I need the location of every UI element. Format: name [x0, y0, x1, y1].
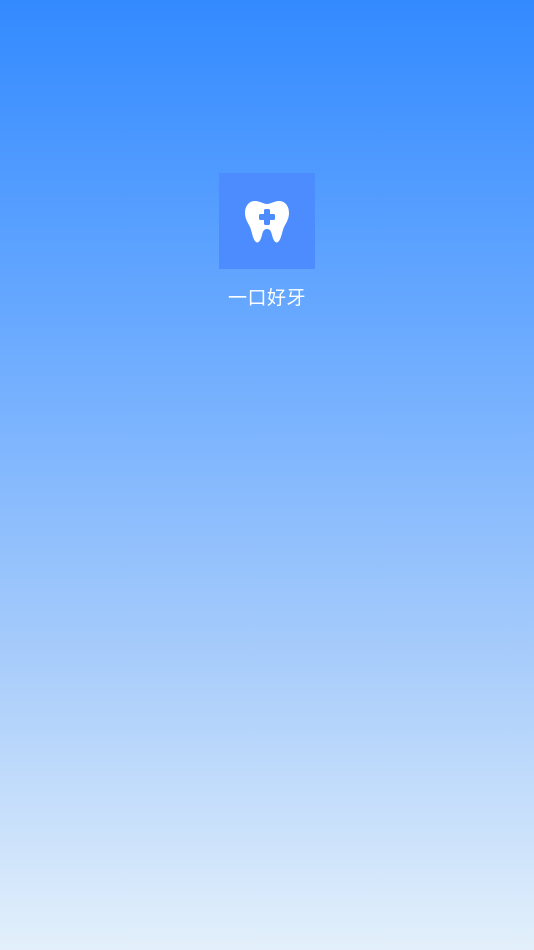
app-logo [219, 173, 315, 269]
app-name: 一口好牙 [227, 287, 306, 309]
splash-screen: 一口好牙 [0, 0, 534, 950]
tooth-plus-icon [245, 201, 289, 243]
